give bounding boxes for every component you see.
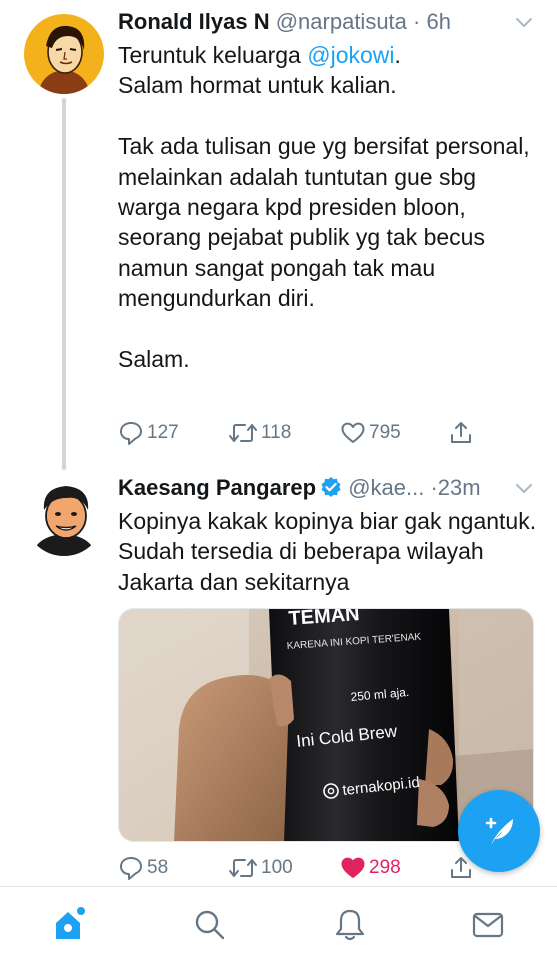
user-handle[interactable]: @kae...: [348, 475, 424, 500]
notifications-icon: [335, 909, 365, 941]
tab-notifications[interactable]: [330, 905, 370, 945]
like-button[interactable]: 795: [340, 418, 401, 448]
display-name[interactable]: Ronald Ilyas N: [118, 9, 270, 34]
reply-button[interactable]: 127: [118, 418, 179, 448]
separator-dot: ·: [413, 9, 421, 34]
retweet-button[interactable]: 118: [228, 418, 291, 448]
avatar[interactable]: [24, 14, 104, 94]
chevron-down-icon[interactable]: [513, 472, 535, 504]
tab-home[interactable]: [50, 905, 90, 945]
tweet-text: Teruntuk keluarga @jokowi. Salam hormat …: [118, 40, 538, 374]
tweet-text: Kopinya kakak kopinya biar gak ngantuk. …: [118, 506, 538, 597]
bottom-tab-bar: [0, 886, 557, 960]
tweet-actions: 58 100 298: [118, 853, 478, 883]
tab-messages[interactable]: [468, 905, 508, 945]
display-name[interactable]: Kaesang Pangarep: [118, 475, 316, 500]
thread-connector-line: [62, 98, 66, 470]
messages-icon: [472, 912, 504, 938]
timestamp[interactable]: 23m: [438, 475, 481, 500]
tweet-actions: 127 118 795: [118, 418, 478, 448]
retweet-count: 100: [261, 857, 293, 878]
retweet-count: 118: [261, 422, 292, 443]
user-handle[interactable]: @narpatisuta: [276, 9, 407, 34]
reply-count: 127: [147, 422, 179, 443]
retweet-icon: [229, 424, 257, 442]
reply-icon: [120, 857, 142, 880]
home-icon: [56, 907, 85, 939]
tweet-text-punct: .: [394, 42, 401, 68]
heart-icon: [341, 422, 365, 443]
tab-search[interactable]: [190, 905, 230, 945]
chevron-down-icon[interactable]: [513, 6, 535, 38]
tweet-text-start: Teruntuk keluarga: [118, 42, 308, 68]
timestamp[interactable]: 6h: [426, 9, 450, 34]
like-count: 298: [369, 857, 401, 878]
share-icon: [451, 422, 471, 443]
reply-button[interactable]: 58: [118, 853, 168, 883]
avatar[interactable]: [24, 476, 104, 556]
retweet-icon: [229, 859, 257, 877]
separator-dot: ·: [430, 475, 438, 500]
tweet-header: Kaesang Pangarep @kae... ·23m: [118, 472, 537, 504]
retweet-button[interactable]: 100: [228, 853, 293, 883]
tweet-text-body: Kopinya kakak kopinya biar gak ngantuk. …: [118, 508, 543, 595]
like-button[interactable]: 298: [340, 853, 401, 883]
heart-icon: [341, 857, 365, 878]
mention-link[interactable]: @jokowi: [307, 42, 394, 68]
share-button[interactable]: [448, 418, 474, 448]
reply-icon: [120, 422, 142, 445]
reply-count: 58: [147, 857, 169, 878]
like-count: 795: [369, 422, 401, 443]
verified-badge-icon: [320, 475, 342, 507]
tweet-text-body: Salam hormat untuk kalian. Tak ada tulis…: [118, 72, 530, 373]
compose-tweet-icon: [485, 817, 513, 845]
search-icon: [195, 910, 225, 940]
tweet-header: Ronald Ilyas N @narpatisuta · 6h: [118, 6, 537, 38]
compose-tweet-button[interactable]: [458, 790, 540, 872]
